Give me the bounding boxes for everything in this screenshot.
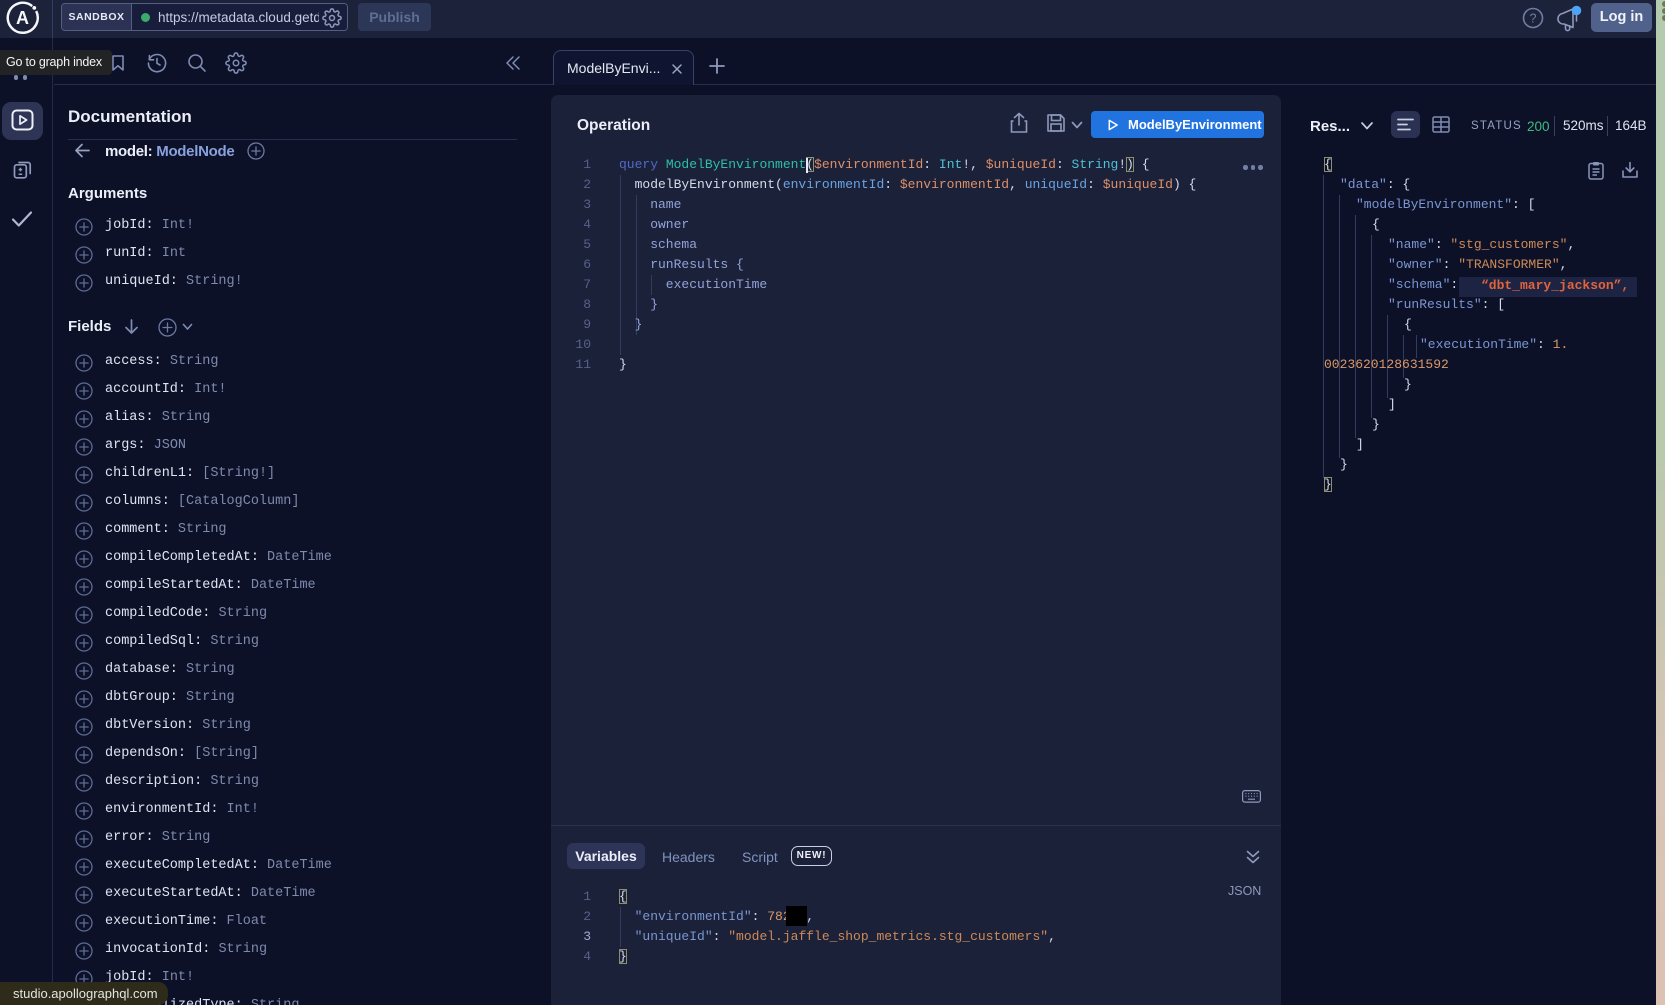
svg-text:A: A (16, 8, 29, 28)
svg-text:?: ? (1530, 12, 1537, 26)
